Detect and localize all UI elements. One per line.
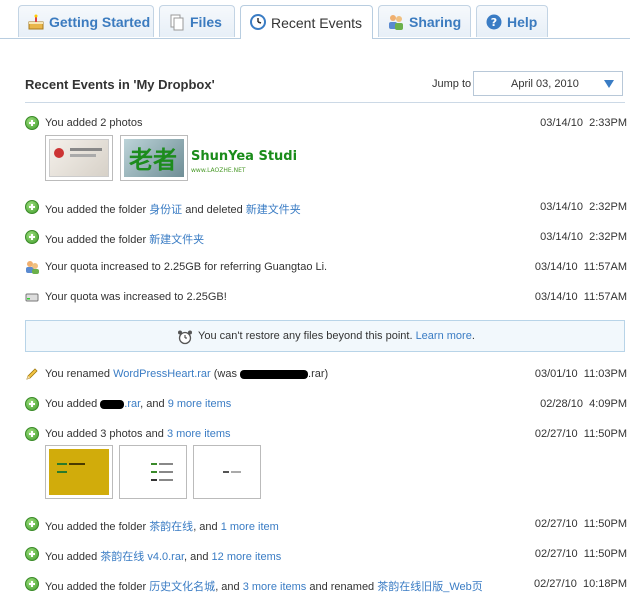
tab-label: Files [190,13,222,30]
event-text: Your quota was increased to 2.25GB! [45,291,227,303]
watermark-logo: 老者 ShunYea Studio www.LAOZHE.NET [127,140,306,180]
jump-to-value: April 03, 2010 [511,78,579,90]
event-time: 03/01/10 11:03PM [534,368,627,380]
pencil-icon [25,367,39,381]
event-time: 03/14/10 2:33PM [540,117,627,129]
drive-icon [25,290,39,304]
more-items-link[interactable]: 3 more items [167,428,231,440]
folder-link[interactable]: 历史文化名城 [149,581,215,593]
notice-text: You can't restore any files beyond this … [198,330,475,342]
add-icon [25,230,39,244]
divider [25,102,625,103]
event-time: 03/14/10 2:32PM [540,201,627,213]
alarm-clock-icon [177,329,193,345]
redacted-mark [240,369,309,379]
photo-thumbnail[interactable] [45,445,113,499]
add-icon [25,577,39,591]
tab-sharing[interactable]: Sharing [378,5,471,37]
event-row: Your quota increased to 2.25GB for refer… [25,260,627,276]
add-icon [25,427,39,441]
referral-icon [25,260,39,274]
tab-recent-events[interactable]: Recent Events [240,5,373,39]
jump-to-label: Jump to [432,78,472,90]
svg-text:?: ? [491,16,497,29]
tab-label: Help [507,13,538,30]
tab-label: Recent Events [271,14,363,31]
photo-thumbnail[interactable] [45,135,113,181]
clock-icon [249,13,267,31]
folder-link[interactable]: 新建文件夹 [246,204,301,216]
event-row: You added the folder 身份证 and deleted 新建文… [25,200,627,216]
more-items-link[interactable]: 12 more items [212,551,282,563]
file-link[interactable]: 茶韵在线 v4.0.rar [100,551,184,563]
tab-label: Sharing [409,13,462,30]
people-icon [387,13,405,31]
event-text: Your quota increased to 2.25GB for refer… [45,261,328,273]
more-items-link[interactable]: 1 more item [221,521,279,533]
add-icon [25,547,39,561]
svg-text:老者: 老者 [129,146,177,174]
event-row: You added 3 photos and 3 more items 02/2… [25,427,627,443]
event-time: 02/28/10 4:09PM [540,398,627,410]
tab-getting-started[interactable]: Getting Started [18,5,154,37]
add-icon [25,116,39,130]
file-link[interactable]: WordPressHeart.rar [113,368,211,380]
event-row: You added the folder 茶韵在线, and 1 more it… [25,517,627,533]
tab-files[interactable]: Files [159,5,235,37]
tab-label: Getting Started [49,13,151,30]
event-time: 02/27/10 10:18PM [534,578,627,590]
event-text: You added .rar, and 9 more items [45,398,232,410]
event-time: 03/14/10 2:32PM [540,231,627,243]
restore-limit-notice: You can't restore any files beyond this … [25,320,625,352]
add-icon [25,200,39,214]
jump-to-date-select[interactable]: April 03, 2010 [473,71,623,96]
add-icon [25,397,39,411]
folder-link[interactable]: 新建文件夹 [149,234,204,246]
add-icon [25,517,39,531]
event-row: You added the folder 历史文化名城, and 3 more … [25,577,627,593]
chevron-down-icon[interactable] [604,80,614,88]
event-text: You added the folder 茶韵在线, and 1 more it… [45,521,279,533]
event-row: You added the folder 新建文件夹 03/14/10 2:32… [25,230,627,246]
help-icon: ? [485,13,503,31]
event-text: You added 3 photos and 3 more items [45,428,231,440]
event-row: Your quota was increased to 2.25GB! 03/1… [25,290,627,306]
event-row: You added 茶韵在线 v4.0.rar, and 12 more ite… [25,547,627,563]
event-time: 02/27/10 11:50PM [534,428,627,440]
photo-thumbnail[interactable] [193,445,261,499]
more-items-link[interactable]: 3 more items [243,581,307,593]
event-time: 02/27/10 11:50PM [534,548,627,560]
photo-thumbnail[interactable] [119,445,187,499]
svg-text:ShunYea Studio: ShunYea Studio [191,149,297,164]
svg-text:www.LAOZHE.NET: www.LAOZHE.NET [191,167,246,174]
event-text: You renamed WordPressHeart.rar (was .rar… [45,368,329,380]
tab-bar: Getting Started Files Recent Events Shar… [0,0,630,39]
folder-link[interactable]: 茶韵在线 [149,521,193,533]
event-time: 02/27/10 11:50PM [534,518,627,530]
event-text: You added 2 photos [45,117,143,129]
folder-link[interactable]: 茶韵在线旧版_Web页 [377,581,483,593]
redacted-mark [100,399,125,409]
event-time: 03/14/10 11:57AM [534,291,627,303]
files-icon [168,13,186,31]
more-items-link[interactable]: 9 more items [168,398,232,410]
folder-link[interactable]: 身份证 [149,204,182,216]
cake-icon [27,13,45,31]
learn-more-link[interactable]: Learn more [416,330,472,342]
event-text: You added the folder 历史文化名城, and 3 more … [45,581,483,593]
page-title: Recent Events in 'My Dropbox' [25,77,215,92]
event-time: 03/14/10 11:57AM [534,261,627,273]
event-row: You added 2 photos 03/14/10 2:33PM [25,116,627,132]
tab-help[interactable]: ? Help [476,5,548,37]
event-text: You added the folder 身份证 and deleted 新建文… [45,204,301,216]
event-row: You added .rar, and 9 more items 02/28/1… [25,397,627,413]
event-row: You renamed WordPressHeart.rar (was .rar… [25,367,627,383]
file-link[interactable]: .rar [124,398,140,410]
event-text: You added the folder 新建文件夹 [45,234,205,246]
event-text: You added 茶韵在线 v4.0.rar, and 12 more ite… [45,551,282,563]
